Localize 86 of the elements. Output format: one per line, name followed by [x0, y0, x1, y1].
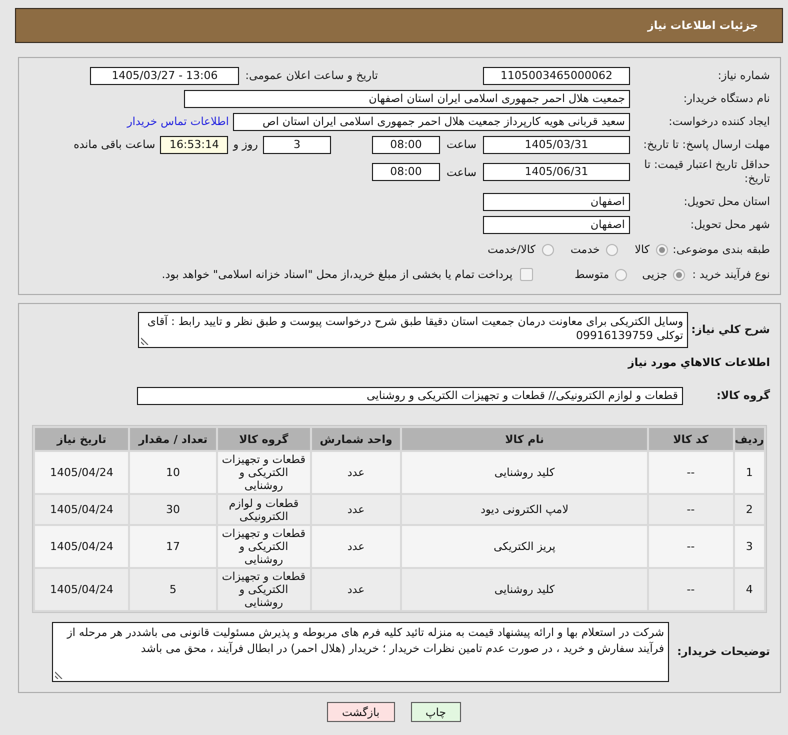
table-cell: 30: [130, 495, 216, 524]
days-label: روز و: [233, 138, 258, 151]
field-label: تاریخ و ساعت اعلان عمومی:: [245, 68, 378, 82]
table-cell: قطعات و لوازم الکترونیکی: [218, 495, 310, 524]
field-label: مهلت ارسال پاسخ: تا تاریخ:: [642, 138, 770, 152]
table-cell: 2: [734, 495, 764, 524]
buyer-org-field[interactable]: جمعیت هلال احمر جمهوری اسلامی ایران استان اصفهان: [184, 90, 630, 108]
table-cell: 5: [130, 569, 216, 610]
field-label: نوع فرآیند خرید :: [692, 268, 770, 282]
time-label: ساعت: [446, 166, 478, 178]
table-cell: 1405/04/24: [35, 452, 128, 493]
table-cell: --: [648, 569, 733, 610]
table-cell: 4: [734, 569, 764, 610]
notes-textarea[interactable]: شرکت در استعلام بها و ارائه پیشنهاد قیمت به منزله تائید کلیه فرم های مربوطه و پذیرش مسئولیت قانونی می باشددر هر مرحله از فرآیند سفارش و خرید ، در صورت عدم تامین نظرات خریدار ؛ خریدار (هلال احمر) در ابطال فرآیند ، محق می باشد: [52, 622, 670, 682]
field-label: گروه کالا:: [715, 388, 770, 402]
resize-grip-icon: [141, 337, 150, 345]
table-cell: 1405/04/24: [35, 495, 128, 524]
column-header: کد کالا: [648, 428, 733, 450]
field-label: شماره نیاز:: [716, 68, 770, 82]
table-cell: لامپ الکترونی دیود: [402, 495, 647, 524]
table-cell: 17: [130, 526, 216, 567]
table-cell: عدد: [312, 526, 400, 567]
field-label: ایجاد کننده درخواست:: [668, 114, 770, 128]
radio-label: کالا/خدمت: [488, 243, 536, 256]
column-header: ردیف: [734, 428, 764, 450]
deadline-date-field[interactable]: 1405/03/31: [483, 136, 630, 154]
deadline-time-field[interactable]: 08:00: [372, 136, 440, 154]
table-cell: 1405/04/24: [35, 569, 128, 610]
table-cell: کلید روشنایی: [402, 569, 647, 610]
radio-label: متوسط: [574, 268, 610, 281]
print-button[interactable]: چاپ: [410, 702, 462, 722]
need-number-field[interactable]: 1105003465000062: [483, 66, 630, 84]
validity-date-field[interactable]: 1405/06/31: [483, 163, 630, 181]
goods-group-field[interactable]: قطعات و لوازم الکترونیکی// قطعات و تجهیزات الکتریکی و روشنایی: [137, 386, 683, 404]
field-label: نام دستگاه خریدار:: [682, 92, 770, 106]
field-label: حداقل تاریخ اعتبار قیمت: تا تاریخ:: [643, 158, 770, 186]
section-title: اطلاعات کالاهاي مورد نياز: [628, 355, 770, 371]
requester-field[interactable]: سعید قربانی هویه کارپرداز جمعیت هلال احمر جمهوری اسلامی ایران استان اص: [233, 112, 630, 130]
description-textarea[interactable]: وسایل الکتریکی برای معاونت درمان جمعیت استان دقیقا طبق شرح درخواست پیوست و طبق نظر و تایید رابط : آقای توکلی 09916139759: [138, 312, 688, 348]
table-cell: 1405/04/24: [35, 526, 128, 567]
table-cell: --: [648, 452, 733, 493]
checkbox-label: پرداخت تمام یا بخشی از مبلغ خرید،از محل "اسناد خزانه اسلامی" خواهد بود.: [162, 268, 513, 281]
field-label: استان محل تحویل:: [682, 194, 770, 208]
buyer-contact-link[interactable]: اطلاعات تماس خریدار: [127, 115, 229, 128]
field-label: شرح کلي نياز:: [691, 323, 770, 337]
resize-grip-icon: [55, 671, 64, 679]
field-label: طبقه بندی موضوعی:: [672, 242, 770, 256]
table-cell: پریز الکتریکی: [402, 526, 647, 567]
back-button[interactable]: بازگشت: [326, 702, 395, 722]
radio-label: کالا: [634, 243, 650, 256]
table-cell: قطعات و تجهیزات الکتریکی و روشنایی: [218, 452, 310, 493]
table-cell: عدد: [312, 452, 400, 493]
column-header: واحد شمارش: [312, 428, 400, 450]
table-cell: --: [648, 526, 733, 567]
table-cell: 10: [130, 452, 216, 493]
radio-label: خدمت: [570, 243, 600, 256]
radio-button[interactable]: [615, 268, 628, 280]
table-cell: قطعات و تجهیزات الکتریکی و روشنایی: [218, 569, 310, 610]
column-header: نام کالا: [402, 428, 647, 450]
column-header: گروه کالا: [218, 428, 310, 450]
column-header: تعداد / مقدار: [130, 428, 216, 450]
table-cell: --: [648, 495, 733, 524]
radio-button[interactable]: [606, 244, 618, 256]
radio-button[interactable]: [673, 268, 686, 280]
announce-date-field[interactable]: 1405/03/27 - 13:06: [90, 66, 240, 84]
validity-time-field[interactable]: 08:00: [372, 163, 440, 181]
checkbox[interactable]: [520, 268, 533, 281]
radio-button[interactable]: [656, 244, 668, 256]
table-cell: عدد: [312, 495, 400, 524]
field-label: توضیحات خریدار:: [677, 645, 770, 659]
days-left-field[interactable]: 3: [263, 136, 331, 154]
table-cell: عدد: [312, 569, 400, 610]
time-left-field[interactable]: 16:53:14: [160, 136, 228, 154]
table-cell: 1: [734, 452, 764, 493]
column-header: تاریخ نیاز: [35, 428, 128, 450]
province-field[interactable]: اصفهان: [483, 192, 630, 210]
table-cell: قطعات و تجهیزات الکتریکی و روشنایی: [218, 526, 310, 567]
field-label: شهر محل تحویل:: [689, 218, 770, 232]
table-cell: 3: [734, 526, 764, 567]
radio-button[interactable]: [542, 244, 554, 256]
time-left-label: ساعت باقی مانده: [74, 138, 156, 151]
time-label: ساعت: [446, 138, 478, 151]
city-field[interactable]: اصفهان: [483, 216, 630, 234]
page-title: جزئیات اطلاعات نیاز: [648, 19, 758, 32]
table-cell: کلید روشنایی: [402, 452, 647, 493]
radio-label: جزیی: [642, 268, 668, 281]
